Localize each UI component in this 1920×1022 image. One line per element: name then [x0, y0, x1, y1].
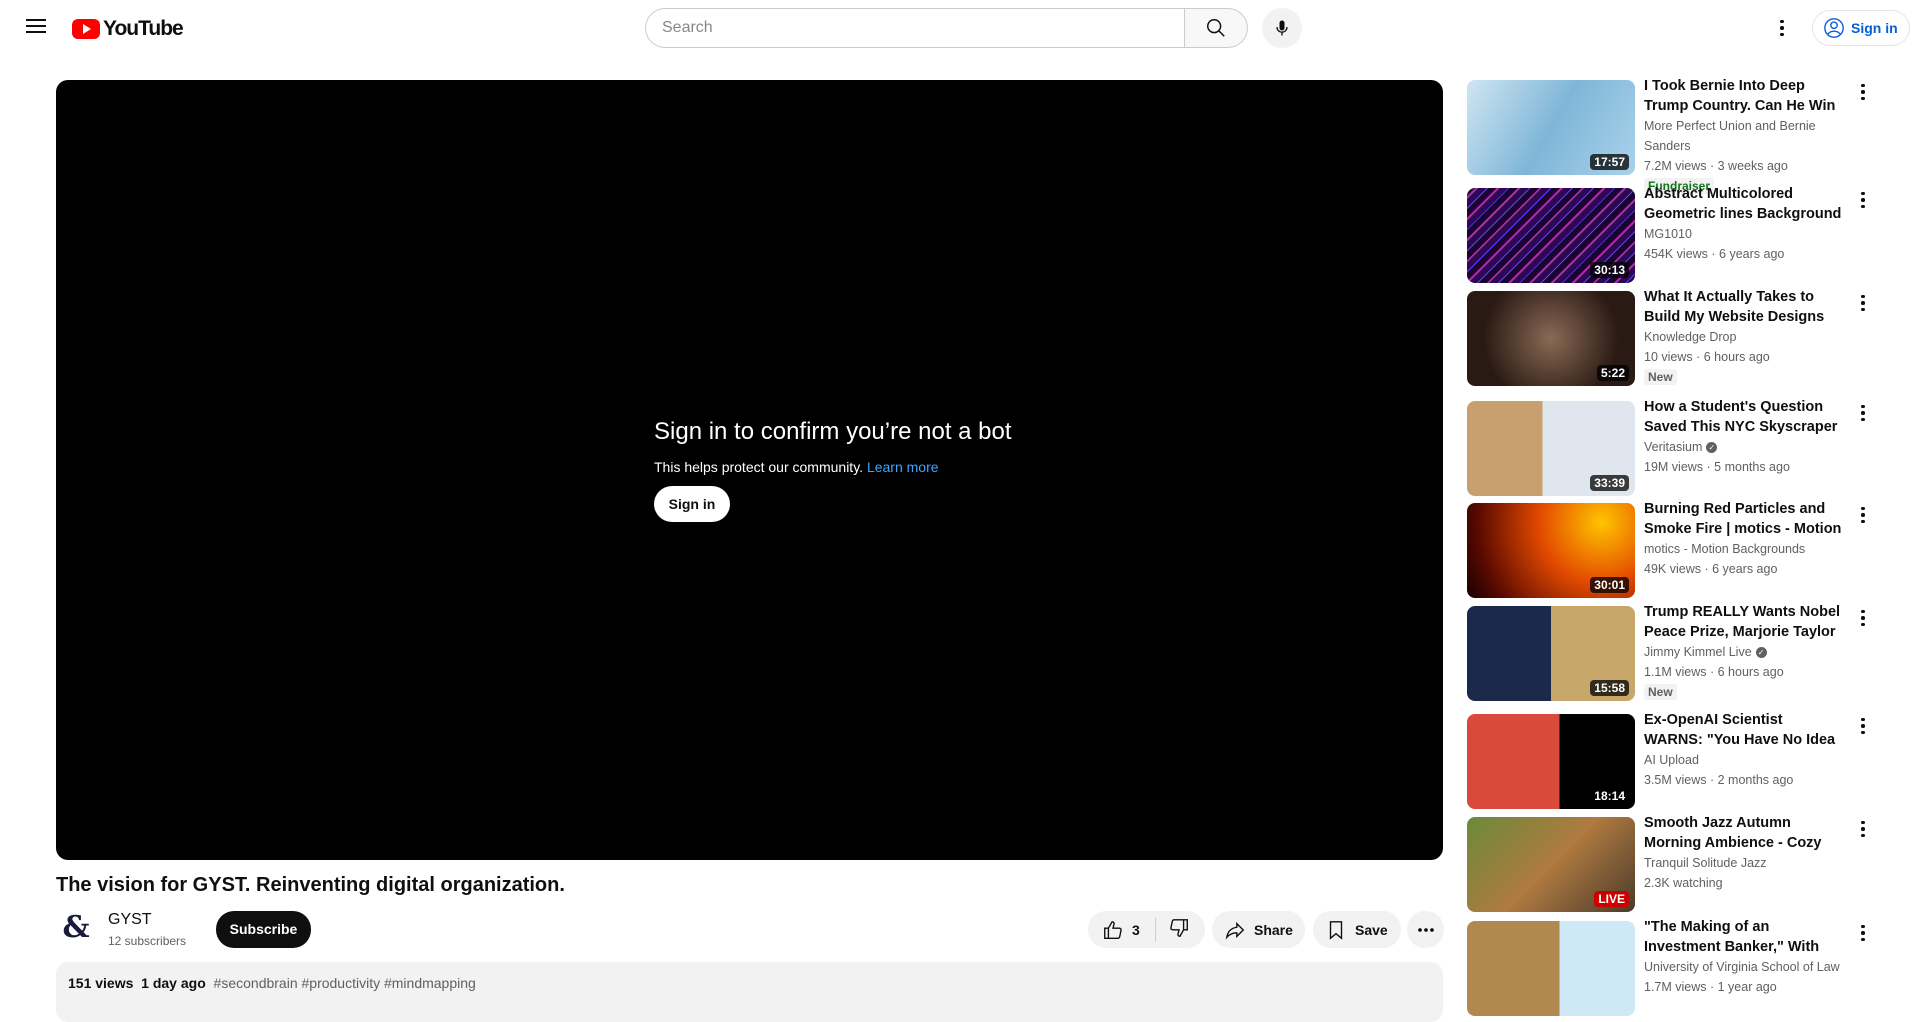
- related-channel-name[interactable]: University of Virginia School of Law: [1644, 960, 1840, 974]
- more-actions-button[interactable]: [1407, 911, 1444, 948]
- video-thumbnail[interactable]: 30:01: [1467, 503, 1635, 598]
- video-thumbnail[interactable]: 18:14: [1467, 714, 1635, 809]
- related-video-stats: 2.3K watching: [1644, 876, 1723, 890]
- sign-in-button[interactable]: Sign in: [1812, 10, 1910, 46]
- thumbs-down-icon: [1170, 919, 1188, 937]
- share-icon: [1225, 921, 1245, 940]
- video-thumbnail[interactable]: [1467, 921, 1635, 1016]
- related-video-title[interactable]: How a Student's Question Saved This NYC …: [1644, 397, 1844, 437]
- related-video-item[interactable]: 17:57 I Took Bernie Into Deep Trump Coun…: [1467, 78, 1869, 194]
- hashtags[interactable]: #secondbrain #productivity #mindmapping: [214, 975, 476, 991]
- like-button[interactable]: 3: [1088, 917, 1156, 942]
- related-channel-name[interactable]: AI Upload: [1644, 753, 1699, 767]
- related-video-title[interactable]: What It Actually Takes to Build My Websi…: [1644, 287, 1844, 327]
- youtube-logo[interactable]: YouTube: [72, 17, 184, 41]
- learn-more-link[interactable]: Learn more: [867, 459, 939, 475]
- share-button[interactable]: Share: [1212, 911, 1305, 948]
- related-video-stats: 49K views · 6 years ago: [1644, 562, 1778, 576]
- more-options-icon[interactable]: [1857, 606, 1869, 630]
- menu-button[interactable]: [24, 15, 48, 39]
- video-thumbnail[interactable]: 5:22: [1467, 291, 1635, 386]
- dislike-button[interactable]: [1156, 917, 1190, 942]
- related-video-title[interactable]: Abstract Multicolored Geometric lines Ba…: [1644, 184, 1844, 224]
- related-video-title[interactable]: "The Making of an Investment Banker," Wi…: [1644, 917, 1844, 957]
- video-thumbnail[interactable]: LIVE: [1467, 817, 1635, 912]
- thumbs-up-icon: [1104, 920, 1122, 939]
- related-video-stats: 1.7M views · 1 year ago: [1644, 980, 1777, 994]
- duration-badge: 18:14: [1590, 788, 1629, 804]
- account-icon: [1824, 18, 1844, 38]
- video-thumbnail[interactable]: 33:39: [1467, 401, 1635, 496]
- video-badge: New: [1644, 684, 1677, 700]
- bot-check-title: Sign in to confirm you’re not a bot: [654, 418, 1012, 445]
- related-video-item[interactable]: 30:01 Burning Red Particles and Smoke Fi…: [1467, 501, 1869, 603]
- microphone-icon: [1276, 20, 1288, 36]
- duration-badge: 17:57: [1590, 154, 1629, 170]
- live-badge: LIVE: [1594, 891, 1629, 907]
- channel-name[interactable]: GYST: [108, 911, 152, 929]
- bookmark-icon: [1329, 920, 1343, 940]
- related-video-item[interactable]: 33:39 How a Student's Question Saved Thi…: [1467, 399, 1869, 501]
- subscribe-button[interactable]: Subscribe: [216, 911, 311, 948]
- related-channel-name[interactable]: MG1010: [1644, 227, 1692, 241]
- duration-badge: 33:39: [1590, 475, 1629, 491]
- duration-badge: 15:58: [1590, 680, 1629, 696]
- related-video-item[interactable]: 18:14 Ex-OpenAI Scientist WARNS: "You Ha…: [1467, 712, 1869, 814]
- related-video-stats: 19M views · 5 months ago: [1644, 460, 1790, 474]
- related-video-item[interactable]: 5:22 What It Actually Takes to Build My …: [1467, 289, 1869, 391]
- more-options-icon[interactable]: [1857, 714, 1869, 738]
- video-thumbnail[interactable]: 17:57: [1467, 80, 1635, 175]
- duration-badge: 5:22: [1596, 365, 1629, 381]
- more-horizontal-icon: [1417, 927, 1434, 932]
- related-video-stats: 3.5M views · 2 months ago: [1644, 773, 1794, 787]
- related-video-title[interactable]: Trump REALLY Wants Nobel Peace Prize, Ma…: [1644, 602, 1844, 642]
- related-video-title[interactable]: Ex-OpenAI Scientist WARNS: "You Have No …: [1644, 710, 1844, 750]
- more-options-icon[interactable]: [1857, 503, 1869, 527]
- channel-avatar[interactable]: &: [56, 909, 96, 949]
- like-dislike-group: 3: [1088, 911, 1205, 948]
- related-channel-name[interactable]: Jimmy Kimmel Live: [1644, 645, 1752, 659]
- bot-check-subtitle: This helps protect our community. Learn …: [654, 459, 939, 475]
- voice-search-button[interactable]: [1262, 8, 1302, 48]
- related-video-item[interactable]: 15:58 Trump REALLY Wants Nobel Peace Pri…: [1467, 604, 1869, 706]
- related-video-stats: 1.1M views · 6 hours ago: [1644, 665, 1784, 679]
- related-video-item[interactable]: LIVE Smooth Jazz Autumn Morning Ambience…: [1467, 815, 1869, 917]
- related-video-stats: 10 views · 6 hours ago: [1644, 350, 1770, 364]
- related-channel-name[interactable]: motics - Motion Backgrounds: [1644, 542, 1805, 556]
- video-badge: New: [1644, 369, 1677, 385]
- related-video-item[interactable]: 30:13 Abstract Multicolored Geometric li…: [1467, 186, 1869, 288]
- youtube-play-icon: [72, 19, 100, 39]
- subscriber-count: 12 subscribers: [108, 934, 187, 948]
- more-options-icon[interactable]: [1857, 80, 1869, 104]
- more-options-icon[interactable]: [1857, 188, 1869, 212]
- more-options-icon[interactable]: [1857, 817, 1869, 841]
- verified-icon: ✓: [1755, 647, 1767, 659]
- search-button[interactable]: [1184, 8, 1248, 48]
- player-sign-in-button[interactable]: Sign in: [654, 486, 730, 522]
- duration-badge: 30:01: [1590, 577, 1629, 593]
- related-channel-name[interactable]: Tranquil Solitude Jazz: [1644, 856, 1767, 870]
- search-icon: [1207, 19, 1225, 37]
- related-channel-name[interactable]: Veritasium: [1644, 440, 1702, 454]
- related-video-item[interactable]: "The Making of an Investment Banker," Wi…: [1467, 919, 1869, 1021]
- video-thumbnail[interactable]: 30:13: [1467, 188, 1635, 283]
- settings-menu-button[interactable]: [1768, 14, 1796, 42]
- related-video-title[interactable]: I Took Bernie Into Deep Trump Country. C…: [1644, 76, 1844, 116]
- related-video-stats: 454K views · 6 years ago: [1644, 247, 1785, 261]
- related-video-stats: 7.2M views · 3 weeks ago: [1644, 159, 1788, 173]
- more-options-icon[interactable]: [1857, 291, 1869, 315]
- video-title: The vision for GYST. Reinventing digital…: [56, 874, 565, 896]
- related-video-title[interactable]: Burning Red Particles and Smoke Fire | m…: [1644, 499, 1844, 539]
- search-input[interactable]: Search: [645, 8, 1185, 48]
- related-channel-name[interactable]: More Perfect Union and Bernie Sanders: [1644, 119, 1816, 153]
- save-button[interactable]: Save: [1313, 911, 1401, 948]
- more-options-icon[interactable]: [1857, 921, 1869, 945]
- video-thumbnail[interactable]: 15:58: [1467, 606, 1635, 701]
- description-box[interactable]: 151 views 1 day ago #secondbrain #produc…: [56, 962, 1443, 1022]
- related-channel-name[interactable]: Knowledge Drop: [1644, 330, 1736, 344]
- related-video-title[interactable]: Smooth Jazz Autumn Morning Ambience - Co…: [1644, 813, 1844, 853]
- more-options-icon[interactable]: [1857, 401, 1869, 425]
- duration-badge: 30:13: [1590, 262, 1629, 278]
- verified-icon: ✓: [1706, 442, 1718, 454]
